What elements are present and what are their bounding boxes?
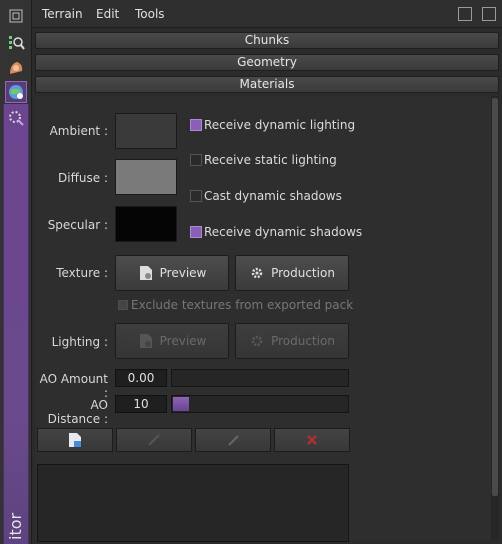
menu-bar: Terrain Edit Tools — [32, 0, 502, 28]
gear-brush-icon — [9, 111, 24, 126]
receive-dynamic-lighting-checkbox[interactable] — [190, 119, 202, 131]
ao-amount-field[interactable]: 0.00 — [115, 369, 167, 387]
material-tool-button[interactable] — [5, 81, 27, 103]
brush-icon — [228, 435, 239, 446]
edit-layer-button[interactable] — [116, 428, 192, 452]
brush-tool-button[interactable] — [5, 57, 27, 79]
globe-paint-icon — [9, 85, 23, 99]
gear-icon — [249, 265, 265, 281]
lighting-preview-button[interactable]: Preview — [115, 323, 229, 359]
settings-tool-button[interactable] — [5, 106, 27, 128]
delete-x-icon — [307, 435, 317, 445]
delete-layer-button[interactable] — [274, 428, 350, 452]
terrain-search-icon — [9, 36, 25, 50]
lighting-production-button[interactable]: Production — [235, 323, 349, 359]
pencil-icon — [148, 434, 160, 446]
exclude-textures-checkbox[interactable] — [118, 300, 128, 310]
lighting-production-label: Production — [271, 334, 335, 348]
editor-vertical-label: itor — [6, 512, 25, 540]
ambient-label: Ambient : — [49, 124, 108, 138]
ao-amount-slider[interactable] — [171, 369, 349, 387]
ao-distance-slider[interactable] — [171, 395, 349, 413]
receive-static-lighting-label: Receive static lighting — [204, 153, 337, 167]
document-gear-icon — [138, 333, 154, 349]
lighting-label: Lighting : — [51, 335, 108, 349]
texture-production-button[interactable]: Production — [235, 255, 349, 291]
receive-dynamic-lighting-label: Receive dynamic lighting — [204, 118, 356, 132]
lighting-preview-label: Preview — [159, 334, 207, 348]
paint-layer-button[interactable] — [195, 428, 271, 452]
float-window-icon[interactable] — [458, 7, 472, 21]
window-icon — [9, 9, 23, 23]
receive-static-lighting-checkbox[interactable] — [190, 154, 202, 166]
document-gear-icon — [138, 265, 154, 281]
materials-section-header[interactable]: Materials — [35, 76, 499, 93]
specular-label: Specular : — [47, 218, 108, 232]
texture-preview-label: Preview — [159, 266, 207, 280]
new-document-icon — [69, 433, 81, 447]
terrain-tool-button[interactable] — [5, 32, 27, 54]
chunks-section-header[interactable]: Chunks — [35, 32, 499, 49]
brush-icon — [10, 62, 23, 74]
maximize-window-icon[interactable] — [482, 7, 496, 21]
receive-dynamic-shadows-label: Receive dynamic shadows — [204, 225, 363, 239]
texture-production-label: Production — [271, 266, 335, 280]
cast-dynamic-shadows-checkbox[interactable] — [190, 190, 202, 202]
gear-icon — [249, 333, 265, 349]
left-toolbar: itor — [0, 0, 32, 544]
ao-distance-label: AO Distance : — [47, 398, 108, 426]
diffuse-label: Diffuse : — [58, 171, 108, 185]
cast-dynamic-shadows-label: Cast dynamic shadows — [204, 189, 342, 203]
layer-list[interactable] — [37, 464, 349, 542]
menu-tools[interactable]: Tools — [135, 7, 165, 21]
geometry-section-header[interactable]: Geometry — [35, 54, 499, 71]
exclude-textures-label: Exclude textures from exported pack — [131, 298, 354, 312]
new-layer-button[interactable] — [37, 428, 113, 452]
ao-distance-field[interactable]: 10 — [115, 395, 167, 413]
receive-dynamic-shadows-checkbox[interactable] — [190, 226, 202, 238]
ambient-color-swatch[interactable] — [115, 113, 177, 149]
menu-terrain[interactable]: Terrain — [42, 7, 83, 21]
menu-edit[interactable]: Edit — [96, 7, 119, 21]
ao-amount-label: AO Amount : — [39, 372, 108, 400]
texture-label: Texture : — [56, 266, 108, 280]
ao-distance-slider-fill — [173, 397, 189, 411]
texture-preview-button[interactable]: Preview — [115, 255, 229, 291]
scrollbar-thumb[interactable] — [492, 98, 498, 496]
window-menu-button[interactable] — [5, 5, 27, 27]
diffuse-color-swatch[interactable] — [115, 159, 177, 195]
specular-color-swatch[interactable] — [115, 206, 177, 242]
